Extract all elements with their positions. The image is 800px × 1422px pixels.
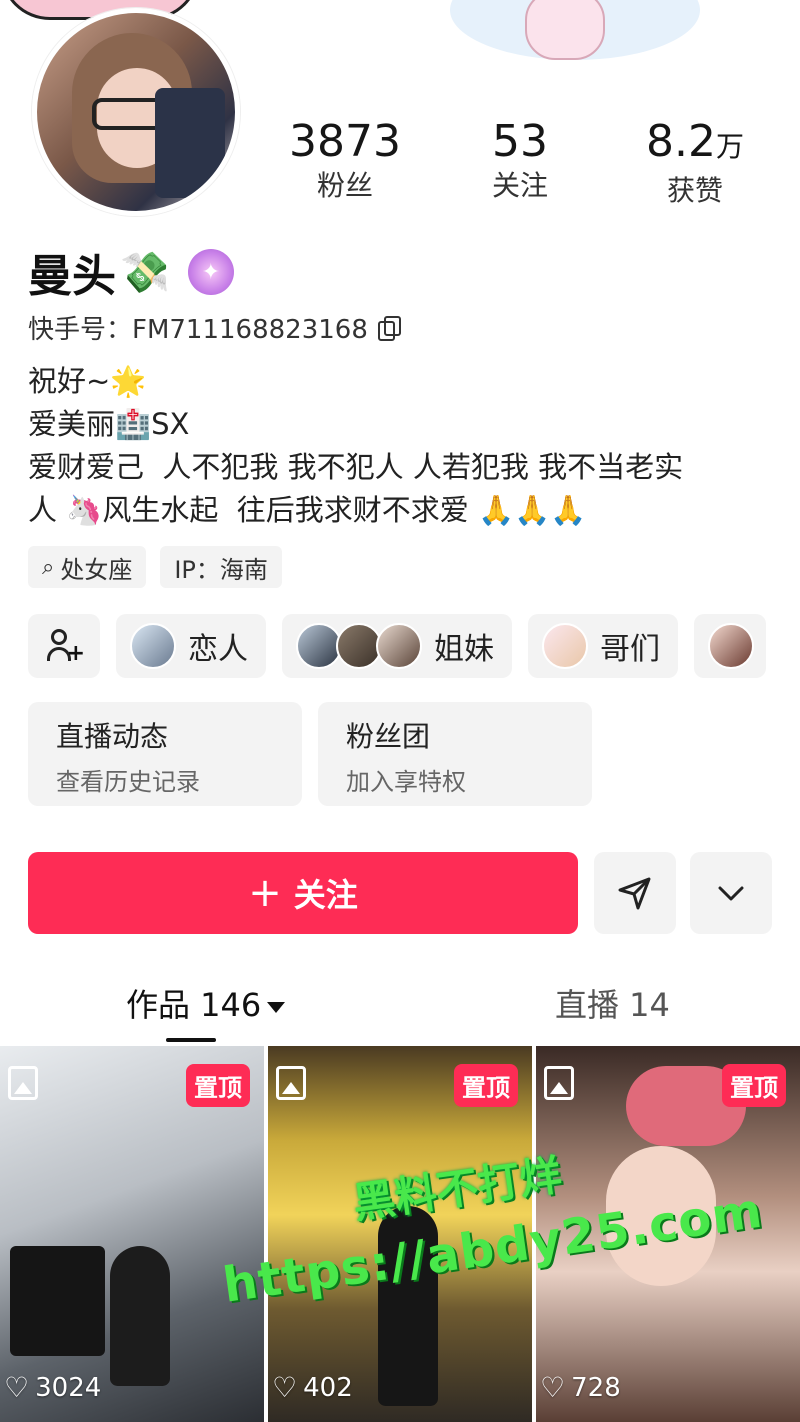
profile-name: 曼头 [28,251,116,302]
relationship-groups: + 恋人 姐妹 哥们 [28,614,800,678]
stat-likes-value: 8.2 [646,116,716,167]
tab-live-label: 直播 14 [555,986,670,1024]
chevron-down-icon [718,886,744,901]
tab-works-label: 作品 146 [126,986,262,1024]
post-likes: ♡ 402 [272,1371,353,1404]
heart-icon: ♡ [4,1371,30,1404]
pinned-badge: 置顶 [186,1064,250,1107]
stat-likes[interactable]: 8.2万 获赞 [610,116,780,209]
post-likes-count: 728 [571,1372,621,1403]
live-history-title: 直播动态 [56,720,169,753]
tab-works[interactable]: 作品 146 [126,980,286,1026]
post-piano [10,1246,105,1356]
group-sisters-label: 姐妹 [434,632,494,667]
image-icon [8,1066,38,1100]
follow-button[interactable]: + 关注 [28,852,578,934]
send-message-button[interactable] [594,852,676,934]
tag-ip-location: IP：海南 [160,546,282,588]
post-likes-count: 3024 [35,1372,102,1403]
stat-likes-label: 获赞 [666,174,723,207]
content-tabs: 作品 146 直播 14 [0,968,800,1048]
add-user-icon: + [47,629,85,665]
stat-fans[interactable]: 3873 粉丝 [260,116,430,204]
stat-following[interactable]: 53 关注 [435,116,605,204]
tag-zodiac[interactable]: ⌕ 处女座 [28,546,147,588]
paper-plane-icon [618,877,651,910]
posts-grid: 置顶 ♡ 3024 置顶 ♡ 402 置顶 ♡ 728 [0,1046,800,1422]
vip-badge-icon[interactable]: ✦ [187,249,234,295]
feature-cards: 直播动态 查看历史记录 粉丝团 加入享特权 [28,702,592,806]
group-lovers[interactable]: 恋人 [116,614,266,678]
group-more[interactable] [694,614,766,678]
post-figure [110,1246,170,1386]
post-likes-count: 402 [303,1372,353,1403]
group-sisters[interactable]: 姐妹 [282,614,512,678]
post-tile[interactable]: 置顶 ♡ 402 [268,1046,532,1422]
tab-active-indicator [166,1038,216,1042]
post-figure [378,1206,438,1406]
fan-club-card[interactable]: 粉丝团 加入享特权 [318,702,592,806]
caret-down-icon [267,1001,286,1013]
avatar [130,623,176,669]
post-likes: ♡ 728 [540,1371,621,1404]
kuaishou-id-row[interactable]: 快手号：FM711168823168 [28,310,401,345]
post-face [606,1146,716,1286]
heart-icon: ♡ [272,1371,298,1404]
pinned-badge: 置顶 [454,1064,518,1107]
avatar [542,623,588,669]
stat-likes-value-row: 8.2万 [610,116,780,173]
group-buddies[interactable]: 哥们 [528,614,678,678]
live-history-subtitle: 查看历史记录 [56,768,200,796]
group-lovers-label: 恋人 [188,632,248,667]
profile-bio: 祝好~🌟 爱美丽🏥SX 爱财爱己 人不犯我 我不犯人 人若犯我 我不当老实 人 … [28,364,684,527]
stat-fans-label: 粉丝 [316,169,373,202]
heart-icon: ♡ [540,1371,566,1404]
tab-live[interactable]: 直播 14 [555,980,670,1026]
more-options-button[interactable] [690,852,772,934]
post-likes: ♡ 3024 [4,1371,101,1404]
copy-icon[interactable] [377,316,401,341]
group-buddies-label: 哥们 [600,632,660,667]
profile-tags: ⌕ 处女座 IP：海南 [28,546,282,588]
follow-button-label: 关注 [293,876,358,914]
kuaishou-id: 快手号：FM711168823168 [28,314,368,345]
fan-club-title: 粉丝团 [346,720,431,753]
pinned-badge: 置顶 [722,1064,786,1107]
add-friend-button[interactable]: + [28,614,100,678]
post-tile[interactable]: 置顶 ♡ 728 [536,1046,800,1422]
live-history-card[interactable]: 直播动态 查看历史记录 [28,702,302,806]
profile-name-row: 曼头 💸 ✦ [28,240,234,304]
pin-icon: ⌕ [42,554,55,580]
stat-following-label: 关注 [491,169,548,202]
profile-avatar[interactable] [32,8,240,216]
profile-stats: 3873 粉丝 53 关注 8.2万 获赞 [260,116,800,216]
money-emoji: 💸 [120,249,170,296]
avatar [708,623,754,669]
post-tile[interactable]: 置顶 ♡ 3024 [0,1046,264,1422]
avatar [376,623,422,669]
image-icon [276,1066,306,1100]
stat-likes-unit: 万 [715,130,744,163]
stat-following-value: 53 [492,116,548,167]
tag-ip-label: IP：海南 [174,555,268,584]
stat-fans-value: 3873 [289,116,401,167]
tag-zodiac-label: 处女座 [60,555,133,584]
plus-icon: + [248,870,282,916]
character-decoration [525,0,605,60]
fan-club-subtitle: 加入享特权 [346,768,466,796]
image-icon [544,1066,574,1100]
